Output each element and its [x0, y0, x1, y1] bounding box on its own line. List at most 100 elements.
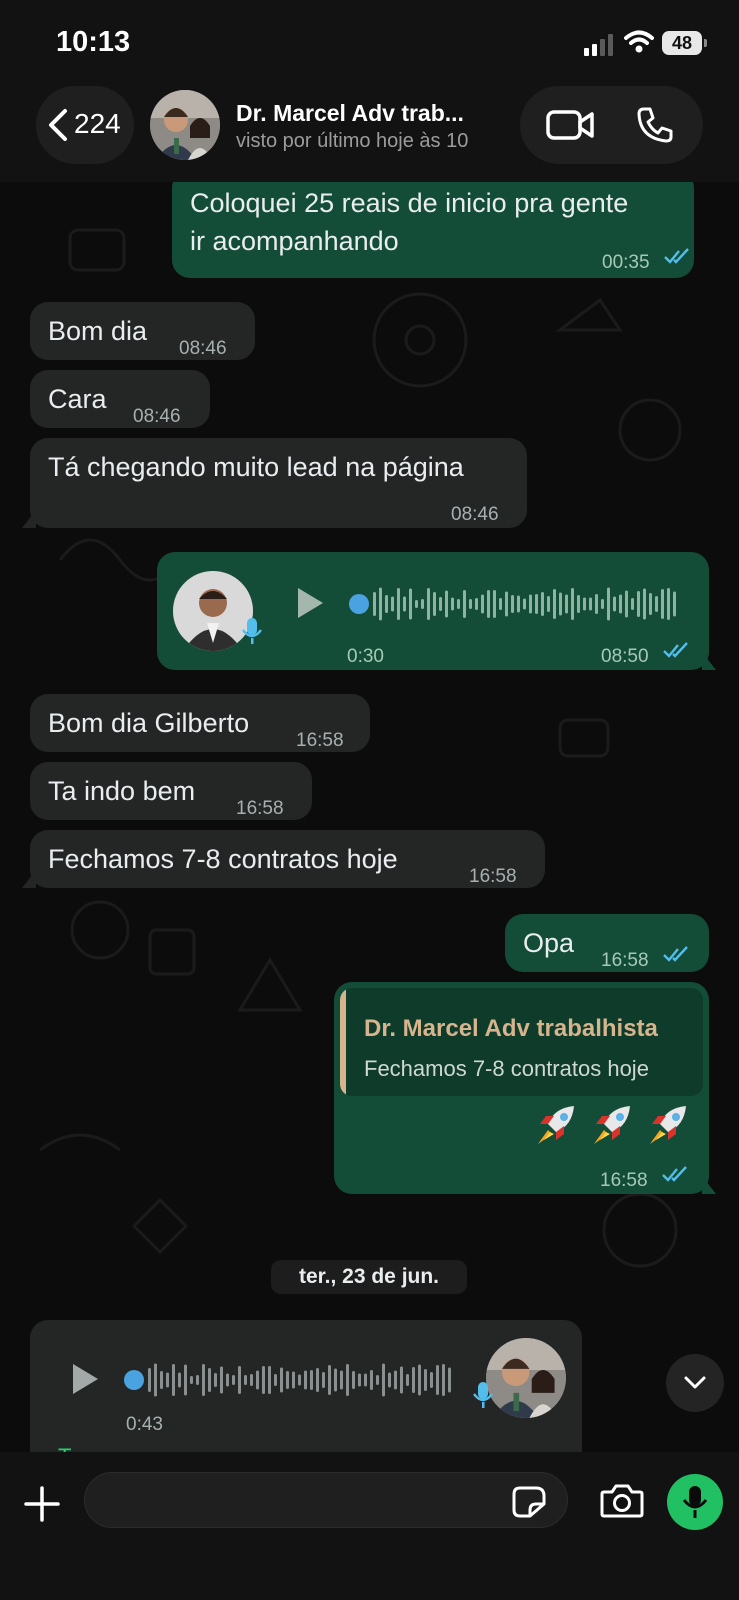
message-text: Fechamos 7-8 contratos hoje	[48, 844, 398, 874]
contact-name[interactable]: Dr. Marcel Adv trab...	[236, 100, 498, 127]
message-text-line: Coloquei 25 reais de inicio pra gente	[190, 188, 629, 218]
waveform-bar	[262, 1366, 265, 1394]
waveform-bar	[292, 1371, 295, 1389]
waveform-bar	[304, 1370, 307, 1390]
waveform-bar	[547, 596, 550, 612]
chevron-down-icon	[684, 1376, 706, 1389]
message-time: 08:50	[601, 646, 649, 667]
message-text: Tá chegando muito lead na página	[48, 452, 464, 482]
waveform-bar	[220, 1366, 223, 1394]
waveform-bar	[382, 1363, 385, 1397]
read-ticks-icon	[664, 248, 689, 264]
waveform-bar	[214, 1373, 217, 1387]
waveform-bar	[553, 589, 556, 619]
back-button[interactable]: 224	[36, 86, 134, 164]
microphone-icon	[242, 618, 262, 644]
quoted-message[interactable]: Dr. Marcel Adv trabalhista Fechamos 7-8 …	[340, 988, 703, 1096]
message-bubble-incoming[interactable]: Bom dia Gilberto 16:58	[30, 694, 370, 752]
waveform-bar	[571, 588, 574, 620]
message-bubble-incoming[interactable]: Fechamos 7-8 contratos hoje 16:58	[30, 830, 545, 888]
waveform-bar	[322, 1372, 325, 1388]
header-foreground: 224 Dr. Marcel Adv trab... visto por últ…	[0, 80, 739, 182]
waveform-bar	[619, 594, 622, 614]
voice-duration: 0:30	[347, 646, 384, 667]
contact-avatar[interactable]	[150, 90, 220, 160]
waveform-bar	[493, 590, 496, 618]
video-call-icon[interactable]	[546, 108, 594, 142]
message-bubble-outgoing[interactable]: Coloquei 25 reais de inicio pra gente ir…	[172, 170, 694, 278]
waveform-bar	[607, 587, 610, 621]
message-bubble-incoming[interactable]: Cara 08:46	[30, 370, 210, 428]
waveform-bar	[433, 592, 436, 616]
waveform-bar	[328, 1365, 331, 1395]
waveform-bar	[559, 592, 562, 616]
waveform-bar	[442, 1364, 445, 1396]
message-time: 08:46	[133, 406, 181, 427]
voice-message-outgoing[interactable]: 0:30 08:50	[157, 552, 709, 670]
message-time: 16:58	[600, 1170, 648, 1191]
waveform-bar	[196, 1375, 199, 1385]
waveform-bar	[346, 1364, 349, 1396]
waveform-bar	[667, 588, 670, 620]
waveform-bar	[505, 591, 508, 617]
battery-level: 48	[671, 33, 693, 53]
last-seen-status: visto por último hoje às 10	[236, 130, 469, 152]
waveform[interactable]	[124, 1360, 454, 1400]
chevron-left-icon	[49, 109, 67, 141]
rocket-emoji-icon	[650, 1106, 686, 1144]
waveform-bar	[613, 596, 616, 612]
record-voice-button[interactable]	[667, 1474, 723, 1530]
date-separator: ter., 23 de jun.	[271, 1260, 467, 1294]
message-text: Opa	[523, 928, 575, 958]
message-bubble-incoming[interactable]: Ta indo bem 16:58	[30, 762, 312, 820]
message-time: 16:58	[296, 730, 344, 751]
waveform-bar	[178, 1372, 181, 1388]
waveform-bar	[469, 599, 472, 609]
message-text-line: ir acompanhando	[190, 226, 399, 256]
waveform-bar	[436, 1365, 439, 1395]
camera-icon[interactable]	[600, 1482, 644, 1520]
waveform-bar	[427, 588, 430, 620]
plus-icon[interactable]	[24, 1486, 60, 1522]
wifi-icon	[624, 30, 654, 53]
battery-icon: 48	[662, 31, 707, 55]
message-time: 16:58	[236, 798, 284, 819]
waveform-bar	[649, 593, 652, 615]
waveform-bar	[481, 594, 484, 614]
rocket-emoji-icon	[538, 1106, 574, 1144]
message-text: Cara	[48, 384, 107, 414]
message-time: 08:46	[451, 504, 499, 525]
message-bubble-outgoing[interactable]: Opa 16:58	[505, 914, 709, 972]
waveform-bar	[637, 591, 640, 617]
waveform-bar	[631, 598, 634, 610]
waveform-bar	[316, 1368, 319, 1392]
waveform[interactable]	[349, 584, 679, 624]
waveform-bar	[274, 1374, 277, 1386]
quote-accent-bar	[340, 988, 346, 1096]
scroll-to-bottom-button[interactable]	[666, 1354, 724, 1412]
playback-position-dot[interactable]	[349, 594, 369, 614]
message-bubble-incoming[interactable]: Tá chegando muito lead na página 08:46	[30, 438, 527, 528]
read-ticks-icon	[663, 946, 688, 962]
waveform-bar	[334, 1368, 337, 1392]
message-time: 08:46	[179, 338, 227, 359]
reply-message-outgoing[interactable]: Dr. Marcel Adv trabalhista Fechamos 7-8 …	[334, 982, 709, 1194]
waveform-bar	[499, 598, 502, 610]
message-text: Ta indo bem	[48, 776, 196, 806]
play-icon[interactable]	[70, 1362, 100, 1396]
play-icon[interactable]	[295, 586, 325, 620]
waveform-bar	[208, 1368, 211, 1392]
waveform-bar	[451, 597, 454, 611]
phone-icon[interactable]	[636, 106, 674, 144]
waveform-bar	[376, 1375, 379, 1385]
message-bubble-incoming[interactable]: Bom dia 08:46	[30, 302, 255, 360]
message-composer	[0, 1452, 739, 1600]
waveform-bar	[379, 587, 382, 621]
message-input[interactable]	[84, 1472, 568, 1528]
sticker-icon[interactable]	[512, 1486, 546, 1518]
call-actions	[520, 86, 703, 164]
waveform-bar	[643, 588, 646, 620]
waveform-bar	[412, 1367, 415, 1393]
waveform-bar	[601, 599, 604, 609]
playback-position-dot[interactable]	[124, 1370, 144, 1390]
